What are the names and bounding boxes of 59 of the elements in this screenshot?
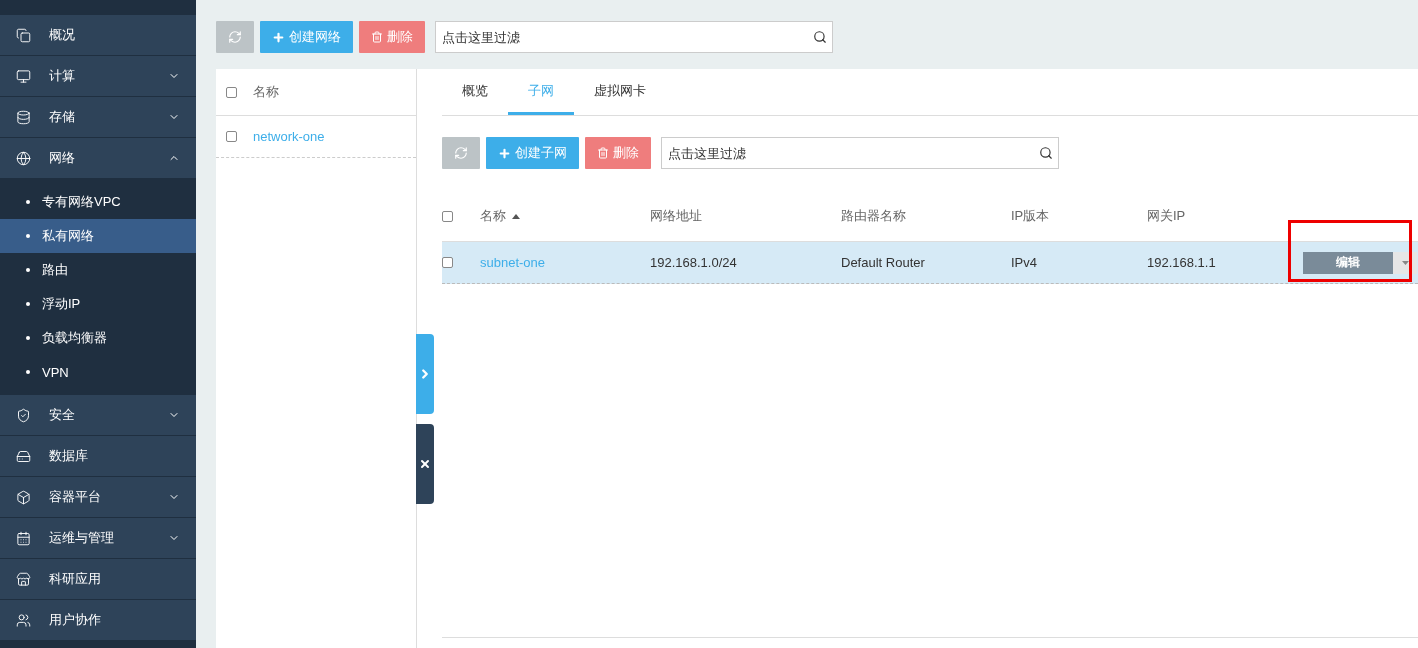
close-icon [419,458,431,470]
sidebar-item[interactable]: 数据库 [0,436,196,477]
sidebar-subitem[interactable]: 路由 [0,253,196,287]
expand-tab[interactable] [416,334,434,414]
trash-icon [597,147,609,159]
close-tab[interactable] [416,424,434,504]
column-header[interactable]: 名称 [480,207,520,225]
sidebar-item[interactable]: 用户协作 [0,600,196,641]
drive-icon [16,448,31,464]
checkbox[interactable] [442,257,453,268]
search-icon [1039,146,1053,160]
store-icon [16,571,31,587]
filter-field[interactable]: 点击这里过滤 [435,21,833,53]
table-cell: 192.168.1.1 [1147,255,1216,270]
checkbox[interactable] [442,210,453,222]
search-icon [813,30,827,44]
plus-icon [272,30,285,44]
sidebar-subitem[interactable]: 专有网络VPC [0,185,196,219]
table-cell: Default Router [841,255,925,270]
sidebar-item[interactable]: 概况 [0,15,196,56]
column-header[interactable]: 网关IP [1147,207,1186,225]
calendar-icon [16,530,31,546]
sidebar-subitem[interactable]: 负载均衡器 [0,321,196,355]
trash-icon [371,31,383,43]
database-icon [16,109,31,125]
refresh-icon [454,146,468,160]
sidebar-item[interactable]: 容器平台 [0,477,196,518]
sidebar-subitem[interactable]: VPN [0,355,196,389]
table-cell: 192.168.1.0/24 [650,255,737,270]
sidebar-item[interactable]: 科研应用 [0,559,196,600]
shield-icon [16,407,31,423]
tab[interactable]: 概览 [442,69,508,115]
copy-icon [16,27,31,43]
refresh-icon [228,30,242,44]
edit-button[interactable]: 编辑 [1303,251,1393,274]
sidebar-subitem[interactable]: 浮动IP [0,287,196,321]
checkbox[interactable] [226,131,237,142]
column-header: 名称 [253,83,279,101]
sidebar-item[interactable]: 运维与管理 [0,518,196,559]
sidebar-item[interactable]: 计算 [0,56,196,97]
checkbox[interactable] [226,86,237,98]
sidebar-item[interactable]: 存储 [0,97,196,138]
column-header[interactable]: 路由器名称 [841,207,906,225]
table-cell: IPv4 [1011,255,1037,270]
tab[interactable]: 虚拟网卡 [574,69,666,115]
filter-field[interactable]: 点击这里过滤 [661,137,1059,169]
sidebar-subitem[interactable]: 私有网络 [0,219,196,253]
plus-icon [498,146,511,160]
sidebar-item[interactable]: 安全 [0,395,196,436]
sort-up-icon [512,213,520,219]
column-header[interactable]: 网络地址 [650,207,702,225]
globe-icon [16,150,31,166]
column-header[interactable]: IP版本 [1011,207,1050,225]
cube-icon [16,489,31,505]
sidebar-item[interactable]: 网络 [0,138,196,179]
users-icon [16,612,31,628]
caret-icon [1401,260,1409,265]
table-row[interactable]: subnet-one 192.168.1.0/24 Default Router IPv4 192.168.1.1 编辑 [442,242,1418,284]
monitor-icon [16,68,31,84]
